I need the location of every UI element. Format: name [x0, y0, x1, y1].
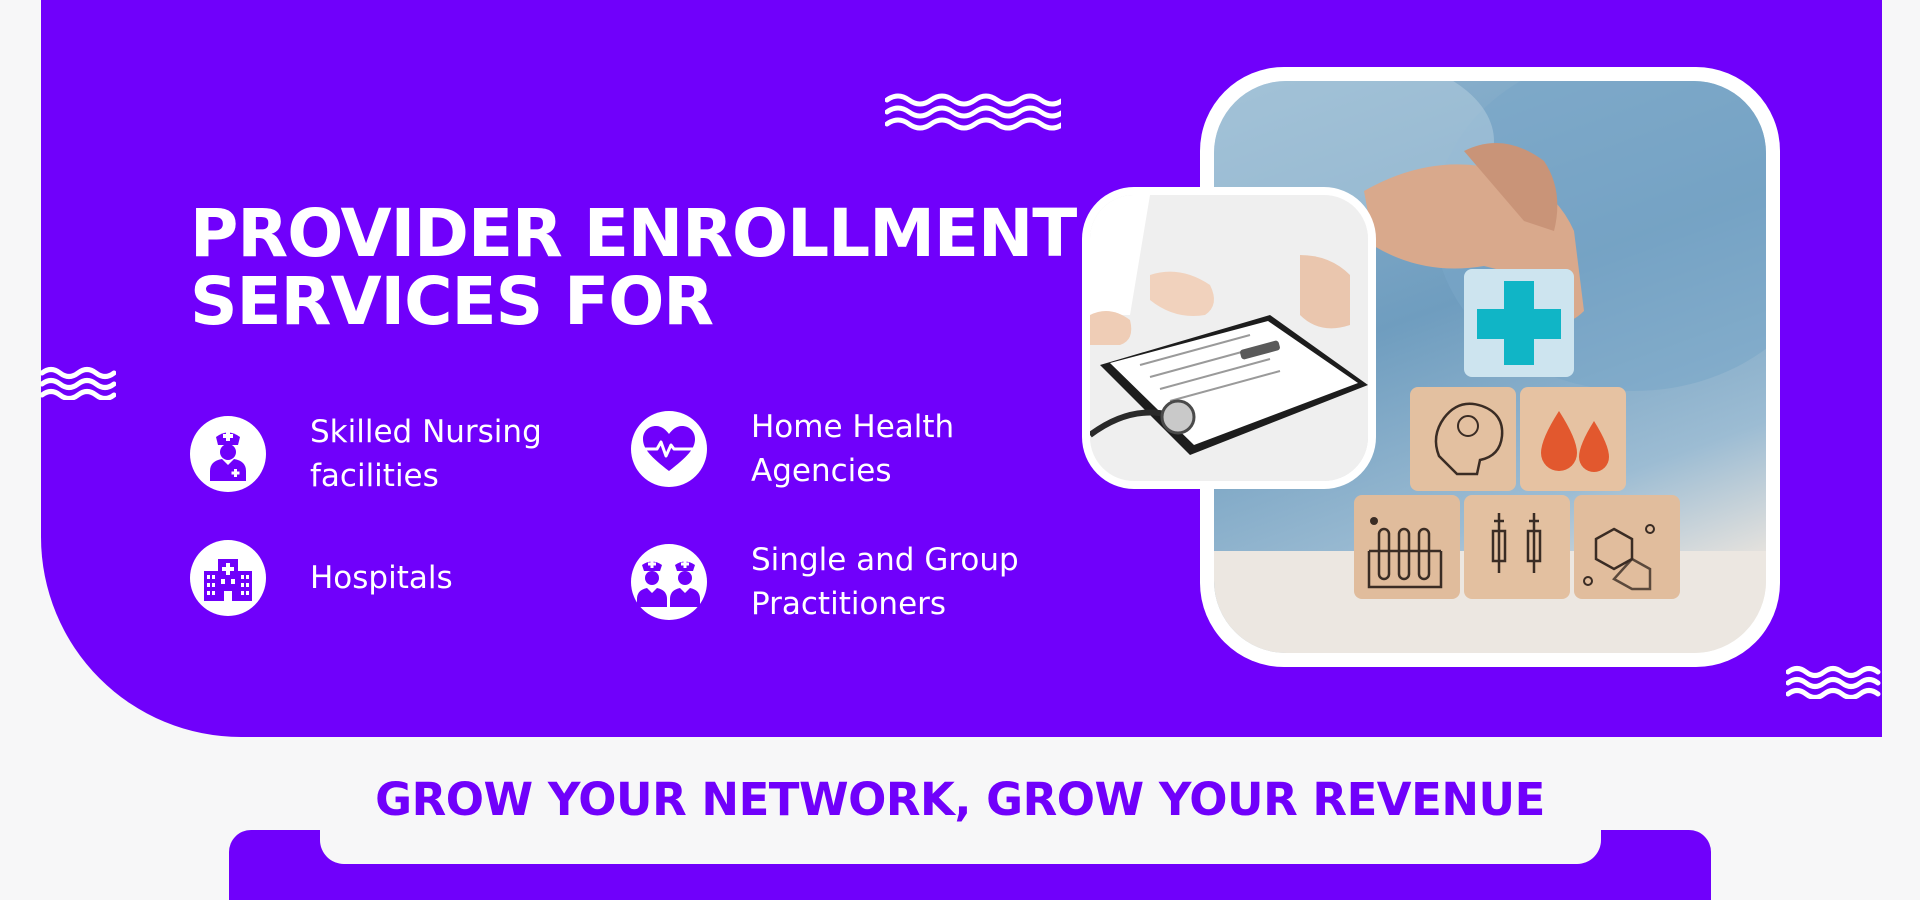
title-line-2: SERVICES FOR — [190, 263, 714, 340]
squiggle-decoration-left — [40, 367, 116, 400]
feature-label: Skilled Nursing facilities — [310, 414, 542, 494]
doctor-clipboard-photo-frame — [1082, 187, 1376, 489]
nurse-icon — [190, 416, 266, 492]
tagline: GROW YOUR NETWORK, GROW YOUR REVENUE — [375, 773, 1545, 826]
feature-practitioners: Single and Group Practitioners — [631, 538, 1071, 626]
practitioners-icon — [631, 544, 707, 620]
squiggle-decoration-right — [1786, 666, 1881, 699]
heart-pulse-icon — [631, 411, 707, 487]
feature-label: Home Health Agencies — [751, 409, 955, 489]
feature-label: Single and Group Practitioners — [751, 542, 1019, 622]
feature-label: Hospitals — [310, 560, 453, 596]
hospital-icon — [190, 540, 266, 616]
feature-hospitals: Hospitals — [190, 540, 630, 616]
feature-home-health: Home Health Agencies — [631, 405, 1071, 493]
feature-skilled-nursing: Skilled Nursing facilities — [190, 410, 630, 498]
page-title: PROVIDER ENROLLMENT SERVICES FOR — [190, 195, 1077, 340]
doctor-clipboard-photo — [1090, 195, 1368, 481]
title-line-1: PROVIDER ENROLLMENT — [190, 195, 1077, 272]
squiggle-decoration-top — [885, 93, 1061, 131]
bottom-notch — [320, 830, 1601, 864]
